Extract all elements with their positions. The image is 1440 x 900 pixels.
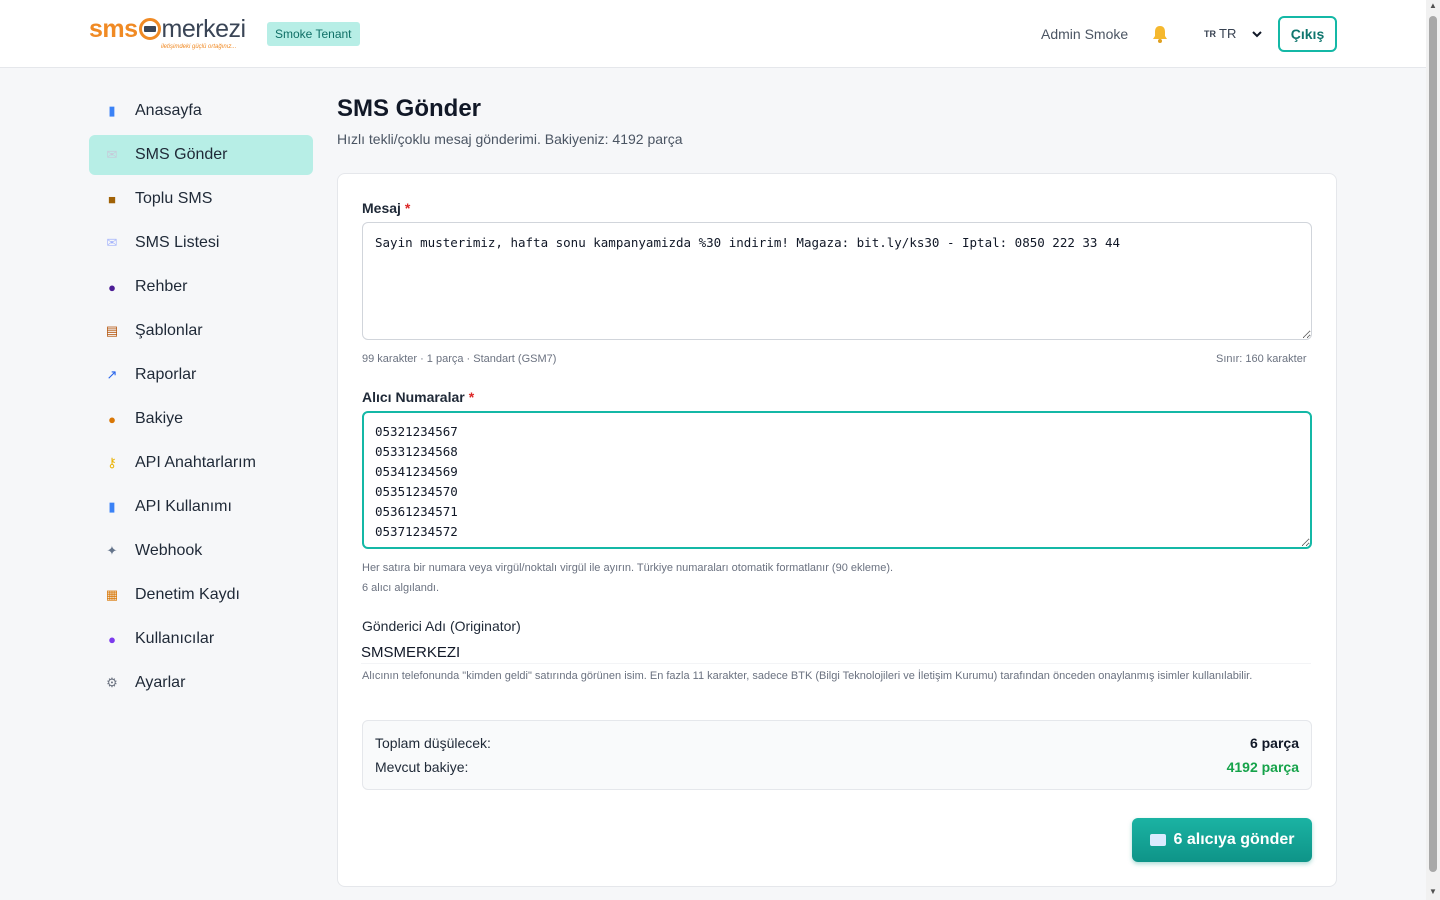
bar-chart-icon: ▮ (108, 499, 116, 514)
clipboard-icon: ▤ (105, 323, 119, 338)
message-label: Mesaj * (362, 199, 410, 217)
page-subtitle: Hızlı tekli/çoklu mesaj gönderimi. Bakiy… (337, 131, 683, 147)
message-limit: Sınır: 160 karakter (1216, 353, 1307, 365)
send-button[interactable]: 6 alıcıya gönder (1132, 818, 1312, 862)
envelope-list-icon: ✉ (106, 235, 118, 250)
cost-summary: Toplam düşülecek: 6 parça Mevcut bakiye:… (362, 720, 1312, 790)
sidebar-item-13[interactable]: ⚙ Ayarlar (89, 663, 313, 703)
sidebar-item-12[interactable]: ● Kullanıcılar (89, 619, 313, 659)
logo-wordmark: sms merkezi (89, 14, 249, 44)
recipients-hint: Her satıra bir numara veya virgül/noktal… (362, 562, 894, 574)
sidebar-nav: ▮ Anasayfa ✉ SMS Gönder ■ Toplu SMS ✉ SMS Liste… (89, 91, 313, 707)
sidebar-item-7[interactable]: ● Bakiye (89, 399, 313, 439)
envelope-icon: ✉ (106, 147, 118, 162)
message-label-text: Mesaj (362, 200, 401, 216)
total-row: Toplam düşülecek: 6 parça (375, 734, 1299, 752)
required-mark: * (404, 200, 411, 216)
sidebar-item-8[interactable]: ⚷ API Anahtarlarım (89, 443, 313, 483)
sidebar-item-label: Bakiye (135, 410, 184, 427)
message-textarea[interactable] (362, 222, 1312, 340)
sidebar-item-11[interactable]: ▦ Denetim Kaydı (89, 575, 313, 615)
sidebar-item-label: API Kullanımı (135, 498, 232, 515)
satellite-icon: ✦ (106, 543, 118, 558)
send-button-label: 6 alıcıya gönder (1173, 831, 1295, 848)
user-icon: ● (108, 631, 116, 647)
language-selector[interactable]: TR TR (1204, 24, 1263, 44)
envelope-icon (1149, 834, 1166, 846)
scroll-down-arrow-icon[interactable]: ▼ (1429, 888, 1437, 896)
bell-icon[interactable] (1151, 24, 1169, 44)
required-mark: * (468, 389, 475, 405)
scroll-up-arrow-icon[interactable]: ▲ (1429, 2, 1437, 10)
logo-merkezi-text: merkezi (161, 15, 247, 43)
line-chart-icon: ↗ (106, 367, 118, 382)
sidebar-item-0[interactable]: ▮ Anasayfa (89, 91, 313, 131)
sidebar-item-2[interactable]: ■ Toplu SMS (89, 179, 313, 219)
sidebar-item-label: Kullanıcılar (135, 630, 215, 647)
scrollbar-thumb[interactable] (1429, 16, 1437, 872)
sidebar-item-4[interactable]: ● Rehber (89, 267, 313, 307)
logo[interactable]: sms merkezi iletişimdeki güçlü ortağınız… (89, 14, 249, 54)
sidebar-item-label: SMS Gönder (135, 146, 228, 163)
recipients-label: Alıcı Numaralar * (362, 388, 474, 406)
tenant-badge: Smoke Tenant (267, 22, 360, 46)
sidebar-item-1[interactable]: ✉ SMS Gönder (89, 135, 313, 175)
sidebar-item-9[interactable]: ▮ API Kullanımı (89, 487, 313, 527)
logo-tagline: iletişimdeki güçlü ortağınız... (161, 44, 237, 50)
chevron-down-icon (1252, 31, 1263, 38)
sidebar-item-10[interactable]: ✦ Webhook (89, 531, 313, 571)
gear-icon: ⚙ (106, 675, 118, 690)
message-stats: 99 karakter · 1 parça · Standart (GSM7) (362, 353, 557, 365)
logo-sms-text: sms (89, 15, 138, 43)
sidebar-item-label: SMS Listesi (135, 234, 220, 251)
sidebar-item-5[interactable]: ▤ Şablonlar (89, 311, 313, 351)
originator-hint: Alıcının telefonunda "kimden geldi" satı… (362, 670, 1253, 682)
sidebar-item-label: Şablonlar (135, 322, 203, 339)
balance-label: Mevcut bakiye: (375, 759, 469, 775)
money-bag-icon: ● (108, 411, 116, 427)
page-title: SMS Gönder (337, 95, 482, 122)
recipients-textarea[interactable] (362, 411, 1312, 549)
sidebar-item-label: Rehber (135, 278, 188, 295)
user-name[interactable]: Admin Smoke (1041, 24, 1128, 44)
top-header: sms merkezi iletişimdeki güçlü ortağınız… (0, 0, 1426, 68)
balance-value: 4192 parça (1226, 759, 1299, 775)
contacts-icon: ● (108, 279, 116, 295)
scroll-icon: ▦ (105, 587, 119, 602)
sidebar-item-label: Ayarlar (135, 674, 186, 691)
key-icon: ⚷ (107, 455, 117, 470)
language-label: TR (1219, 26, 1237, 41)
logout-button[interactable]: Çıkış (1278, 16, 1337, 52)
flag-icon: TR (1204, 29, 1216, 39)
recipients-label-text: Alıcı Numaralar (362, 389, 465, 405)
originator-input[interactable] (361, 642, 1311, 664)
sidebar-item-label: Anasayfa (135, 102, 202, 119)
total-value: 6 parça (1249, 735, 1299, 751)
sidebar-item-label: Webhook (135, 542, 203, 559)
sidebar-item-label: Raporlar (135, 366, 197, 383)
sidebar-item-6[interactable]: ↗ Raporlar (89, 355, 313, 395)
package-icon: ■ (108, 191, 116, 207)
sidebar-item-3[interactable]: ✉ SMS Listesi (89, 223, 313, 263)
sidebar-item-label: API Anahtarlarım (135, 454, 256, 471)
recipients-detected: 6 alıcı algılandı. (362, 582, 440, 594)
total-label: Toplam düşülecek: (375, 735, 491, 751)
sidebar-item-label: Denetim Kaydı (135, 586, 240, 603)
bar-chart-icon: ▮ (108, 103, 116, 118)
logo-mark-icon (138, 18, 161, 40)
sidebar-item-label: Toplu SMS (135, 190, 213, 207)
balance-row: Mevcut bakiye: 4192 parça (375, 758, 1299, 776)
originator-label: Gönderici Adı (Originator) (362, 618, 521, 634)
